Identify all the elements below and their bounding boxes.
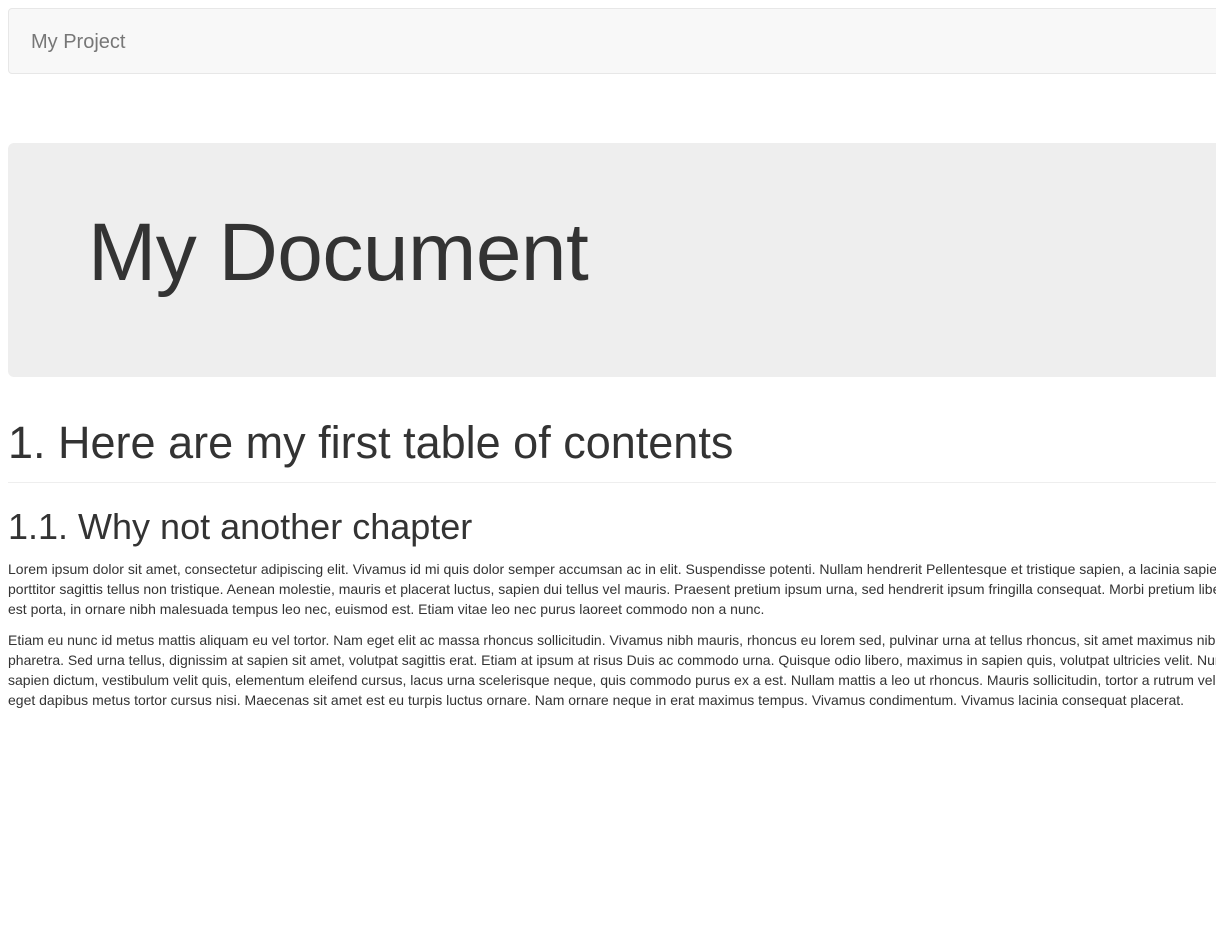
navbar-brand-link[interactable]: My Project [31,30,125,54]
page: My Project My Document 1. Here are my fi… [0,0,1216,928]
paragraph: Etiam eu nunc id metus mattis aliquam eu… [8,632,1216,708]
main-content: 1. Here are my first table of contents 1… [8,414,1216,710]
navbar: My Project [8,8,1216,74]
chapter-heading: 1. Here are my first table of contents [8,414,1216,483]
section-heading: 1.1. Why not another chapter [8,506,473,547]
paragraph: Lorem ipsum dolor sit amet, consectetur … [8,561,1216,617]
document-title: My Document [88,207,589,298]
jumbotron: My Document [8,143,1216,377]
